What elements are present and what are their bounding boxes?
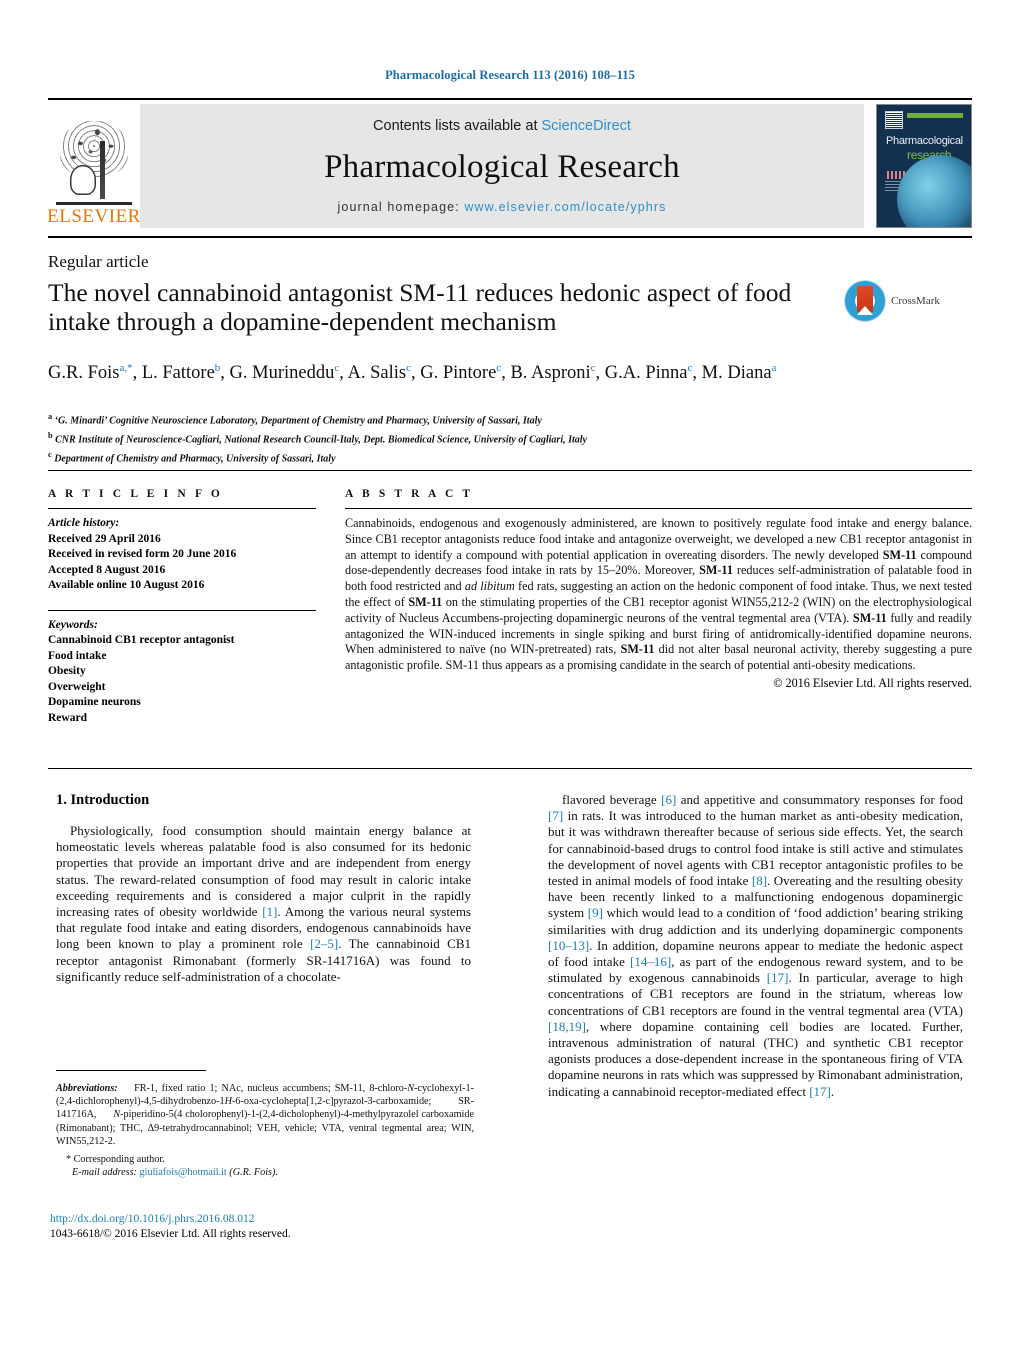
elsevier-wordmark: ELSEVIER xyxy=(47,206,141,227)
body-column-left: 1. Introduction Physiologically, food co… xyxy=(56,792,471,985)
crossmark-badge[interactable]: CrossMark xyxy=(845,278,975,324)
cover-title-line1: Pharmacological xyxy=(886,135,963,147)
affiliation-item: c Department of Chemistry and Pharmacy, … xyxy=(48,448,848,467)
author-list: G.R. Foisa,*, L. Fattoreb, G. Murinedduc… xyxy=(48,362,777,384)
masthead-center: Contents lists available at ScienceDirec… xyxy=(140,104,864,228)
article-info-column: A R T I C L E I N F O Article history: R… xyxy=(48,488,316,726)
keyword-item: Food intake xyxy=(48,649,107,662)
email-note: E-mail address: giuliafois@hotmail.it (G… xyxy=(56,1166,474,1179)
affiliation-item: b CNR Institute of Neuroscience-Cagliari… xyxy=(48,429,848,448)
keyword-item: Dopamine neurons xyxy=(48,696,141,708)
abstract-text: Cannabinoids, endogenous and exogenously… xyxy=(345,516,973,673)
abstract-heading: A B S T R A C T xyxy=(345,488,474,500)
journal-title: Pharmacological Research xyxy=(324,148,680,185)
author-email-link[interactable]: giuliafois@hotmail.it xyxy=(140,1167,227,1178)
keywords-rule xyxy=(48,609,316,611)
abstract-column: A B S T R A C T Cannabinoids, endogenous… xyxy=(345,488,972,691)
homepage-prefix: journal homepage: xyxy=(337,200,465,214)
affiliation-text: Department of Chemistry and Pharmacy, Un… xyxy=(54,452,336,464)
abstract-copyright: © 2016 Elsevier Ltd. All rights reserved… xyxy=(773,675,972,690)
doi-footer: http://dx.doi.org/10.1016/j.phrs.2016.08… xyxy=(50,1212,470,1241)
intro-paragraph-right: flavored beverage [6] and appetitive and… xyxy=(548,792,963,1099)
page-title: The novel cannabinoid antagonist SM-11 r… xyxy=(48,278,792,336)
crossmark-label: CrossMark xyxy=(891,295,940,307)
footnote-rule xyxy=(56,1070,206,1071)
footnote-block: Abbreviations: FR-1, fixed ratio 1; NAc,… xyxy=(56,1082,474,1179)
affiliation-list: a ‘G. Minardi’ Cognitive Neuroscience La… xyxy=(48,410,848,466)
affiliation-item: a ‘G. Minardi’ Cognitive Neuroscience La… xyxy=(48,410,848,429)
intro-paragraph-left: Physiologically, food consumption should… xyxy=(56,823,471,984)
affiliation-mark: b xyxy=(48,430,53,440)
keyword-item: Overweight xyxy=(48,680,106,693)
keyword-item: Cannabinoid CB1 receptor antagonist xyxy=(48,634,235,646)
history-item: Available online 10 August 2016 xyxy=(48,579,205,591)
contents-list-line: Contents lists available at ScienceDirec… xyxy=(373,118,631,134)
history-item: Received in revised form 20 June 2016 xyxy=(48,548,237,560)
journal-homepage-line: journal homepage: www.elsevier.com/locat… xyxy=(338,200,667,214)
keyword-item: Reward xyxy=(48,711,87,724)
cover-publisher-mark-icon xyxy=(885,111,903,129)
crossmark-icon xyxy=(845,281,885,321)
paper-page: Pharmacological Research 113 (2016) 108–… xyxy=(0,0,1020,1351)
article-info-heading: A R T I C L E I N F O xyxy=(48,488,223,500)
affiliation-text: ‘G. Minardi’ Cognitive Neuroscience Labo… xyxy=(54,415,542,427)
body-column-right: flavored beverage [6] and appetitive and… xyxy=(548,792,963,1100)
sciencedirect-link[interactable]: ScienceDirect xyxy=(542,118,631,134)
journal-cover-thumbnail: Pharmacological research xyxy=(876,104,972,228)
article-type-label: Regular article xyxy=(48,252,149,271)
info-block-top-rule xyxy=(48,470,972,471)
affiliation-mark: c xyxy=(48,449,52,459)
running-head: Pharmacological Research 113 (2016) 108–… xyxy=(385,68,635,82)
email-label: E-mail address: xyxy=(72,1167,137,1179)
keywords-label: Keywords: xyxy=(48,618,98,631)
info-block-bottom-rule xyxy=(48,768,972,769)
cover-globe-image xyxy=(897,155,971,227)
article-info-rule xyxy=(48,508,316,509)
issn-copyright-line: 1043-6618/© 2016 Elsevier Ltd. All right… xyxy=(50,1227,291,1240)
homepage-url-link[interactable]: www.elsevier.com/locate/yphrs xyxy=(464,200,666,214)
history-item: Received 29 April 2016 xyxy=(48,532,161,545)
affiliation-mark: a xyxy=(48,412,53,421)
email-suffix: (G.R. Fois). xyxy=(229,1167,278,1179)
masthead-bottom-rule xyxy=(48,236,972,238)
affiliation-text: CNR Institute of Neuroscience-Cagliari, … xyxy=(55,434,587,446)
masthead-top-rule xyxy=(48,98,972,100)
article-history-label: Article history: xyxy=(48,517,120,529)
abbreviations-note: Abbreviations: FR-1, fixed ratio 1; NAc,… xyxy=(56,1083,474,1147)
keyword-item: Obesity xyxy=(48,665,86,677)
corresponding-author-note: * Corresponding author. xyxy=(66,1154,165,1166)
contents-prefix: Contents lists available at xyxy=(373,118,542,134)
abstract-rule xyxy=(345,508,972,509)
section-heading-introduction: 1. Introduction xyxy=(56,792,150,808)
elsevier-logo: ELSEVIER xyxy=(47,104,141,228)
doi-link[interactable]: http://dx.doi.org/10.1016/j.phrs.2016.08… xyxy=(50,1212,470,1227)
history-item: Accepted 8 August 2016 xyxy=(48,563,166,576)
journal-masthead: ELSEVIER Contents lists available at Sci… xyxy=(47,104,972,228)
cover-green-bar xyxy=(907,113,963,118)
elsevier-tree-icon xyxy=(56,119,132,207)
